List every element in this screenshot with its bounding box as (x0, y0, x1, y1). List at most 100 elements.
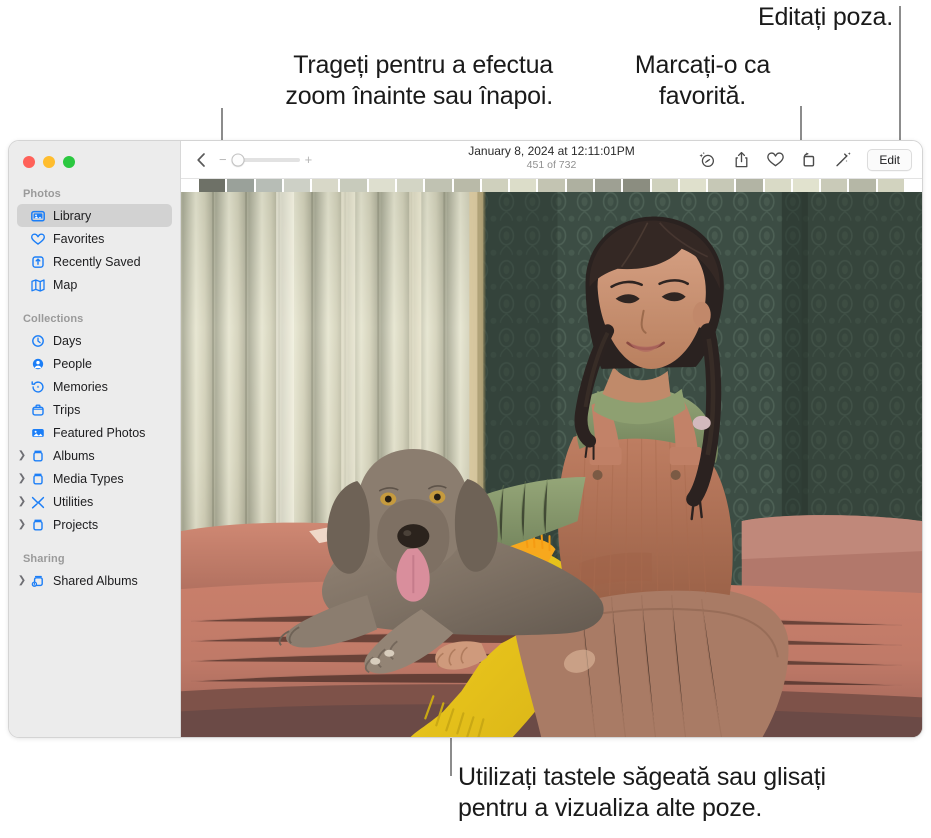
sidebar-item-map[interactable]: Map (17, 273, 172, 296)
enhance-icon (836, 151, 851, 166)
filmstrip-thumbnail[interactable] (481, 179, 509, 192)
sidebar-item-featured-photos[interactable]: Featured Photos (17, 421, 172, 444)
filmstrip-thumbnail[interactable] (736, 179, 763, 192)
minimize-button[interactable] (43, 156, 55, 168)
album-icon (29, 471, 46, 486)
filmstrip-thumbnail[interactable] (849, 179, 876, 192)
rotate-icon (803, 151, 815, 167)
photos-app-window: Photos Library Favorites Recently Saved (8, 140, 923, 738)
filmstrip-thumbnail[interactable] (538, 179, 565, 192)
edit-button-label: Edit (879, 152, 900, 167)
sidebar-item-label: Featured Photos (53, 425, 146, 440)
filmstrip-thumbnail[interactable] (199, 179, 226, 192)
sidebar-item-recently-saved[interactable]: Recently Saved (17, 250, 172, 273)
sidebar-item-projects[interactable]: ❯ Projects (17, 513, 172, 536)
sidebar-item-favorites[interactable]: Favorites (17, 227, 172, 250)
zoom-in-label[interactable]: + (305, 153, 313, 166)
sidebar-item-days[interactable]: Days (17, 329, 172, 352)
sidebar: Photos Library Favorites Recently Saved (9, 141, 181, 737)
favorite-button[interactable] (763, 148, 787, 172)
sidebar-item-label: Favorites (53, 231, 105, 246)
sidebar-item-label: Memories (53, 379, 108, 394)
close-button[interactable] (23, 156, 35, 168)
library-icon (29, 208, 46, 223)
sidebar-item-people[interactable]: People (17, 352, 172, 375)
share-button[interactable] (729, 148, 753, 172)
filmstrip-thumbnail[interactable] (425, 179, 452, 192)
memories-icon (29, 379, 46, 394)
filmstrip-thumbnail[interactable] (312, 179, 339, 192)
sidebar-section-sharing: Sharing (23, 553, 65, 565)
filmstrip-thumbnail[interactable] (396, 179, 424, 192)
filmstrip-thumbnail[interactable] (651, 179, 678, 192)
sidebar-item-label: Shared Albums (53, 573, 138, 588)
sidebar-item-trips[interactable]: Trips (17, 398, 172, 421)
sidebar-section-collections: Collections (23, 313, 84, 325)
clock-icon (29, 333, 46, 348)
sidebar-item-library[interactable]: Library (17, 204, 172, 227)
screenshot-root: Trageți pentru a efectua zoom înainte sa… (0, 0, 931, 838)
info-button[interactable] (695, 148, 719, 172)
sidebar-item-albums[interactable]: ❯ Albums (17, 444, 172, 467)
filmstrip-thumbnail[interactable] (453, 179, 480, 192)
callout-edit-leader (899, 6, 901, 158)
filmstrip-thumbnail[interactable] (764, 179, 791, 192)
sidebar-item-label: Projects (53, 517, 99, 532)
zoom-slider[interactable] (231, 153, 300, 166)
sidebar-item-shared-albums[interactable]: ❯ Shared Albums (17, 569, 172, 592)
sidebar-item-utilities[interactable]: ❯ Utilities (17, 490, 172, 513)
filmstrip-thumbnail[interactable] (792, 179, 820, 192)
zoom-out-label[interactable]: − (219, 153, 227, 166)
filmstrip-thumbnail[interactable] (623, 179, 650, 192)
chevron-left-icon (196, 152, 205, 167)
sidebar-item-label: Recently Saved (53, 254, 141, 269)
sidebar-item-label: Days (53, 333, 82, 348)
sidebar-item-memories[interactable]: Memories (17, 375, 172, 398)
callout-zoom: Trageți pentru a efectua zoom înainte sa… (285, 51, 553, 110)
album-icon (29, 517, 46, 532)
filmstrip-thumbnail[interactable] (877, 179, 905, 192)
filmstrip-thumbnail[interactable] (255, 179, 282, 192)
callout-edit: Editați poza. (758, 3, 893, 31)
filmstrip-thumbnail[interactable] (368, 179, 395, 192)
filmstrip-thumbnail[interactable] (821, 179, 848, 192)
toolbar-actions: Edit (695, 148, 912, 172)
chevron-right-icon[interactable]: ❯ (17, 575, 27, 586)
filmstrip-thumbnail[interactable] (679, 179, 707, 192)
chevron-right-icon[interactable]: ❯ (17, 519, 27, 530)
filmstrip-thumbnail[interactable] (227, 179, 254, 192)
filmstrip-thumbnail[interactable] (566, 179, 593, 192)
enhance-button[interactable] (831, 148, 855, 172)
album-icon (29, 448, 46, 463)
callout-favorite: Marcați-o ca favorită. (634, 51, 771, 110)
suitcase-icon (29, 402, 46, 417)
zoom-slider-knob[interactable] (231, 153, 245, 166)
sidebar-item-media-types[interactable]: ❯ Media Types (17, 467, 172, 490)
back-button[interactable] (189, 148, 213, 172)
utilities-icon (29, 494, 46, 509)
map-icon (29, 277, 46, 292)
sidebar-item-label: Media Types (53, 471, 124, 486)
chevron-right-icon[interactable]: ❯ (17, 450, 27, 461)
filmstrip-thumbnail[interactable] (283, 179, 311, 192)
maximize-button[interactable] (63, 156, 75, 168)
chevron-right-icon[interactable]: ❯ (17, 496, 27, 507)
edit-button[interactable]: Edit (867, 148, 912, 171)
filmstrip-thumbnail[interactable] (594, 179, 622, 192)
toolbar: − + January 8, 2024 at 12:11:01PM 451 of… (181, 141, 922, 179)
sidebar-item-label: Utilities (53, 494, 94, 509)
filmstrip-thumbnail[interactable] (340, 179, 367, 192)
window-controls (9, 141, 180, 168)
photo-viewer[interactable] (181, 192, 922, 737)
filmstrip[interactable] (181, 179, 922, 192)
chevron-right-icon[interactable]: ❯ (17, 473, 27, 484)
sidebar-item-label: Albums (53, 448, 95, 463)
rotate-button[interactable] (797, 148, 821, 172)
photo-image (181, 192, 922, 737)
zoom-control[interactable]: − + (219, 153, 312, 166)
recently-saved-icon (29, 254, 46, 269)
sidebar-item-label: Trips (53, 402, 81, 417)
filmstrip-thumbnail[interactable] (708, 179, 735, 192)
sidebar-section-photos: Photos (23, 188, 61, 200)
filmstrip-thumbnail[interactable] (510, 179, 537, 192)
